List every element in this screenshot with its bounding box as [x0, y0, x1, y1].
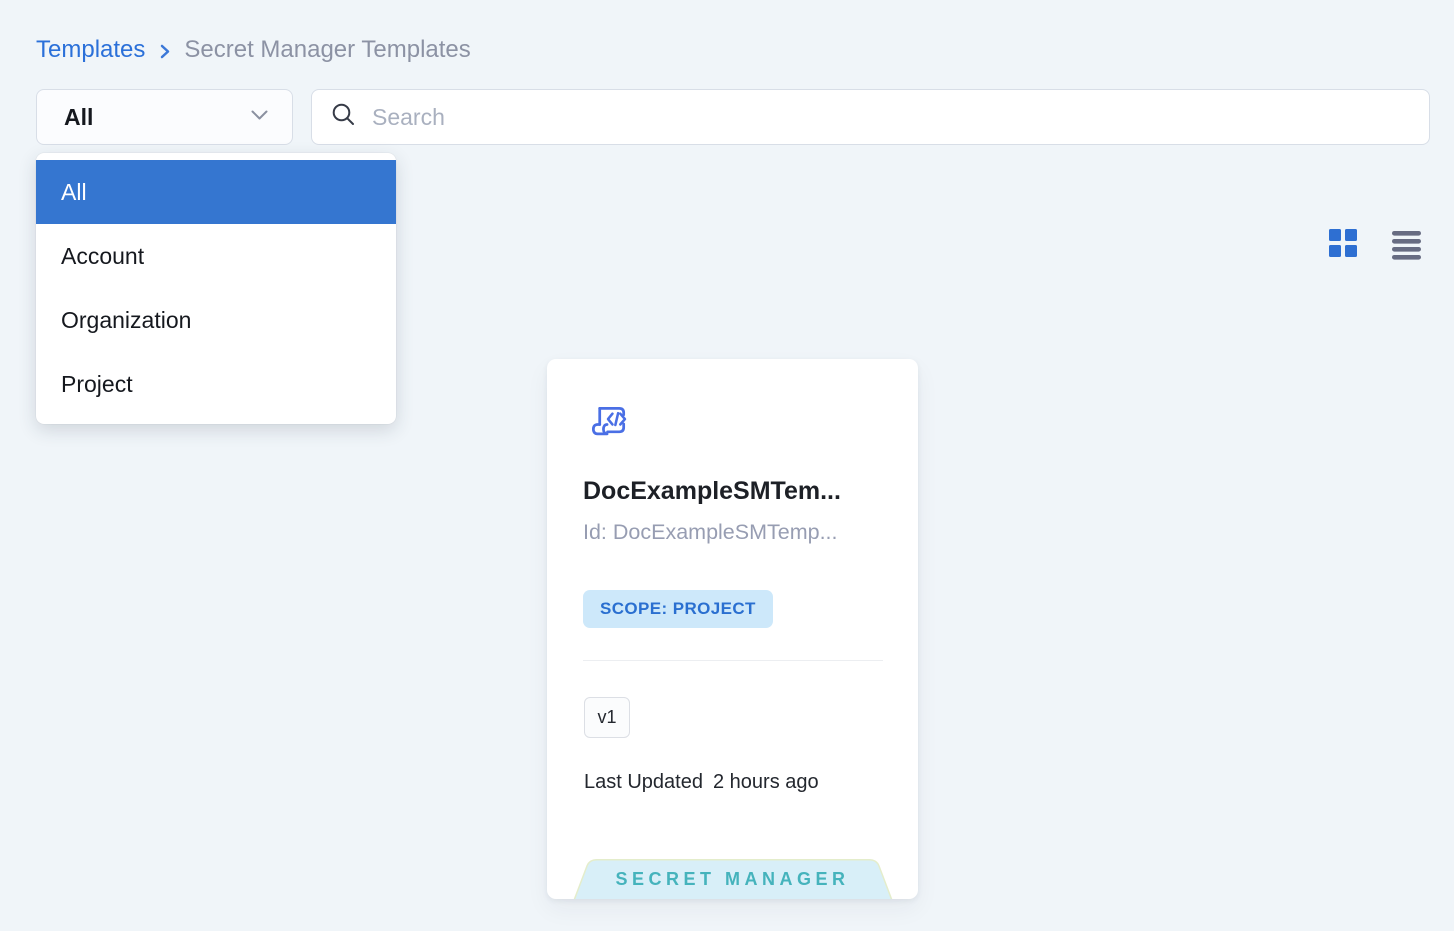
search-input[interactable]	[372, 104, 1411, 131]
dropdown-option-organization[interactable]: Organization	[36, 288, 396, 352]
template-id: Id: DocExampleSMTemp...	[583, 520, 885, 545]
scope-badge: SCOPE: PROJECT	[583, 590, 773, 628]
last-updated-value: 2 hours ago	[713, 771, 819, 794]
breadcrumb-link-templates[interactable]: Templates	[36, 36, 145, 64]
dropdown-option-account[interactable]: Account	[36, 224, 396, 288]
scope-filter-select[interactable]: All	[36, 89, 293, 145]
chevron-down-icon	[251, 108, 268, 126]
last-updated-row: Last Updated 2 hours ago	[584, 771, 819, 794]
scope-filter-dropdown: AllAccountOrganizationProject	[36, 153, 396, 424]
list-view-icon	[1392, 231, 1421, 260]
template-card[interactable]: DocExampleSMTem... Id: DocExampleSMTemp.…	[547, 359, 918, 899]
script-template-icon	[587, 401, 632, 451]
dropdown-option-project[interactable]: Project	[36, 352, 396, 416]
template-title: DocExampleSMTem...	[583, 477, 885, 506]
grid-view-icon	[1329, 229, 1357, 257]
last-updated-label: Last Updated	[584, 771, 703, 794]
scope-filter-value: All	[64, 104, 93, 131]
chevron-right-icon	[156, 43, 173, 60]
list-view-button[interactable]	[1392, 231, 1421, 260]
breadcrumb: Templates Secret Manager Templates	[36, 36, 471, 64]
version-badge: v1	[584, 697, 630, 738]
breadcrumb-current: Secret Manager Templates	[184, 36, 470, 64]
dropdown-option-all[interactable]: All	[36, 160, 396, 224]
grid-view-button[interactable]	[1329, 229, 1357, 257]
template-type-banner: SECRET MANAGER	[568, 859, 898, 899]
card-divider	[583, 660, 883, 661]
search-icon	[330, 101, 357, 133]
banner-label: SECRET MANAGER	[568, 869, 898, 890]
search-box[interactable]	[311, 89, 1430, 145]
